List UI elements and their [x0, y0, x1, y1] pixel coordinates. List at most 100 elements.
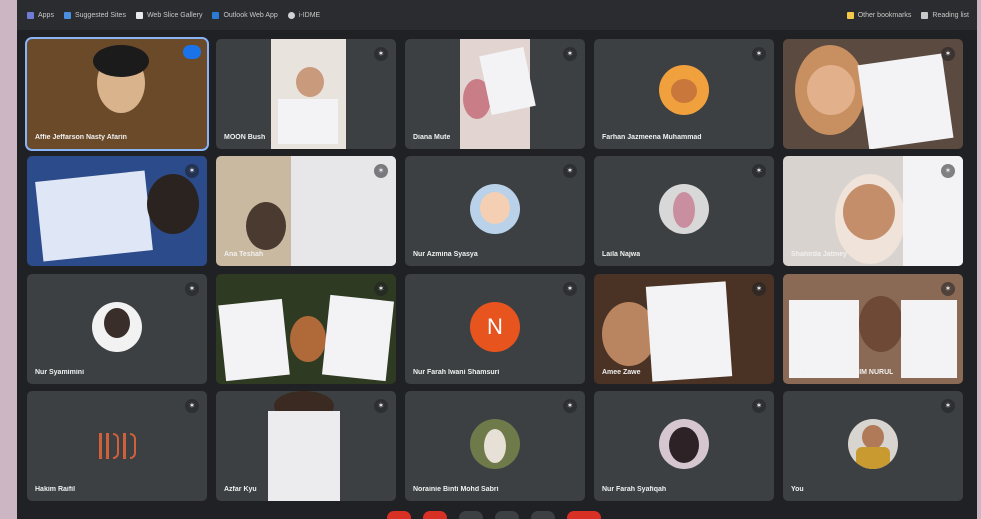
participant-name: You	[791, 486, 804, 493]
participant-name: Diana Mute	[413, 134, 451, 141]
participant-tile[interactable]: ✶ Diana Mute	[405, 39, 585, 149]
bookmark-reading-list[interactable]: Reading list	[921, 11, 969, 19]
more-options-button[interactable]	[531, 511, 555, 519]
participant-video	[859, 296, 903, 352]
present-button[interactable]	[495, 511, 519, 519]
mic-off-icon: ✶	[185, 164, 199, 178]
participant-name: MOON Bush	[224, 134, 266, 141]
mic-off-icon: ✶	[563, 399, 577, 413]
outlook-icon	[212, 11, 220, 19]
avatar	[848, 419, 898, 469]
avatar-face	[669, 427, 699, 463]
avatar	[659, 65, 709, 115]
participant-video	[147, 174, 199, 234]
participant-tile[interactable]: ✶ Laila Najwa	[594, 156, 774, 266]
participant-tile[interactable]: ✶ Nur Syamimini	[27, 274, 207, 384]
avatar	[659, 419, 709, 469]
participant-tile[interactable]: ✶ Farhan Jazmeena Muhammad	[594, 39, 774, 149]
mic-off-icon: ✶	[752, 47, 766, 61]
participant-video	[246, 202, 286, 250]
participant-name: Ana Teshah	[224, 251, 264, 258]
bookmark-other[interactable]: Other bookmarks	[846, 11, 911, 19]
bookmarks-bar: Apps Suggested Sites Web Slice Gallery O…	[17, 0, 977, 30]
mic-off-icon: ✶	[374, 282, 388, 296]
participant-name: Hakim Raifil	[35, 486, 76, 493]
bookmark-outlook[interactable]: Outlook Web App	[212, 11, 278, 19]
participant-name: Shahirda Jatmey	[791, 251, 848, 258]
participant-tile[interactable]: ✶ MOON Bush	[216, 39, 396, 149]
mic-off-icon: ✶	[752, 282, 766, 296]
meet-window: Apps Suggested Sites Web Slice Gallery O…	[17, 0, 977, 519]
participant-video	[290, 316, 326, 362]
mic-off-icon: ✶	[563, 164, 577, 178]
paper-drawing	[645, 281, 733, 382]
paper-drawing	[35, 170, 153, 262]
participant-name: Nur Farah Syafiqah	[602, 486, 667, 493]
avatar-face	[862, 425, 884, 449]
participant-name: Laila Najwa	[602, 251, 641, 258]
mic-off-icon: ✶	[185, 399, 199, 413]
avatar: N	[470, 302, 520, 352]
participant-tile[interactable]: ✶	[27, 156, 207, 266]
participant-tile[interactable]: ✶	[216, 274, 396, 384]
participant-tile[interactable]: ✶ Nur Farah Syafiqah	[594, 391, 774, 501]
participant-tile[interactable]: Affie Jeffarson Nasty Afarin	[25, 37, 209, 151]
mic-off-icon: ✶	[941, 47, 955, 61]
call-controls	[387, 511, 601, 519]
avatar-face	[671, 79, 697, 103]
paper-drawing	[857, 53, 954, 149]
mic-off-icon: ✶	[941, 164, 955, 178]
participant-tile[interactable]: ✶ NUR SYAFINAZ KAEIM NURUL	[783, 274, 963, 384]
participant-tile[interactable]: ✶ Azfar Kyu	[216, 391, 396, 501]
ie-icon	[135, 11, 143, 19]
hakim-logo-icon	[92, 431, 142, 461]
bookmark-apps[interactable]: Apps	[27, 11, 54, 19]
avatar	[92, 302, 142, 352]
bookmark-suggested-sites[interactable]: Suggested Sites	[63, 11, 126, 19]
avatar-face	[673, 192, 695, 228]
paper-drawing	[278, 99, 338, 144]
bookmark-web-slice-gallery[interactable]: Web Slice Gallery	[135, 11, 202, 19]
participant-tile[interactable]: ✶ Nur Azmina Syasya	[405, 156, 585, 266]
avatar	[659, 184, 709, 234]
folder-icon	[846, 11, 854, 19]
mic-off-icon: ✶	[941, 399, 955, 413]
face-shape	[807, 65, 855, 115]
reading-list-icon	[921, 11, 929, 19]
camera-button[interactable]	[423, 511, 447, 519]
face-shape	[296, 67, 324, 97]
mic-off-icon: ✶	[752, 164, 766, 178]
paper-drawing	[218, 298, 290, 382]
participant-tile[interactable]: ✶ You	[783, 391, 963, 501]
participant-name: Nur Farah Iwani Shamsuri	[413, 369, 500, 376]
participant-tile[interactable]: ✶ Ana Teshah	[216, 156, 396, 266]
avatar-face	[480, 192, 510, 224]
participant-tile[interactable]: ✶ Hakim Raifil	[27, 391, 207, 501]
leave-call-button[interactable]	[567, 511, 601, 519]
mic-off-icon: ✶	[185, 282, 199, 296]
avatar-face	[484, 429, 506, 463]
paper-drawing	[789, 300, 859, 378]
mic-off-icon: ✶	[563, 47, 577, 61]
mic-button[interactable]	[387, 511, 411, 519]
participant-tile[interactable]: N ✶ Nur Farah Iwani Shamsuri	[405, 274, 585, 384]
bookmark-idme[interactable]: i-IDME	[287, 11, 320, 19]
avatar	[470, 419, 520, 469]
mic-off-icon: ✶	[374, 164, 388, 178]
participant-tile[interactable]: ✶ Norainie Binti Mohd Sabri	[405, 391, 585, 501]
mic-off-icon: ✶	[563, 282, 577, 296]
participant-name: Affie Jeffarson Nasty Afarin	[35, 134, 127, 141]
participant-tile[interactable]: ✶	[783, 39, 963, 149]
paper-drawing	[901, 300, 957, 378]
apps-icon	[27, 11, 34, 19]
participant-tile[interactable]: ✶ Shahirda Jatmey	[783, 156, 963, 266]
paper-drawing	[268, 411, 340, 501]
mic-off-icon: ✶	[752, 399, 766, 413]
ie-icon	[63, 11, 71, 19]
participant-tile[interactable]: ✶ Amee Zawe	[594, 274, 774, 384]
participant-name: Azfar Kyu	[224, 486, 257, 493]
mic-off-icon: ✶	[374, 47, 388, 61]
captions-button[interactable]	[459, 511, 483, 519]
avatar-face	[104, 308, 130, 338]
avatar-shirt	[856, 447, 890, 469]
